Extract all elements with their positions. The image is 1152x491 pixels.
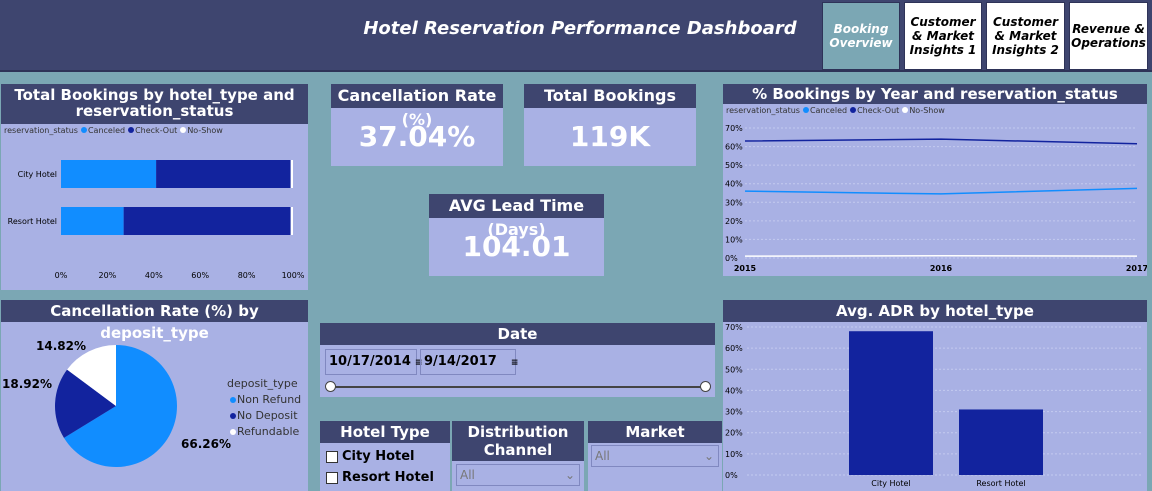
category-label: City Hotel: [18, 170, 57, 179]
market-title: Market Segment: [588, 421, 722, 463]
hotel-type-option-resort[interactable]: Resort Hotel: [326, 467, 444, 488]
x-tick-label: 2015: [734, 264, 757, 273]
calendar-icon: ≡: [510, 358, 519, 368]
x-tick-label: 0%: [55, 271, 68, 280]
chevron-down-icon: ⌄: [703, 449, 714, 463]
y-tick-label: 20%: [725, 217, 743, 226]
bookings-by-type-legend: reservation_status Canceled Check-Out No-Sh…: [4, 126, 223, 135]
bar-segment: [123, 207, 291, 235]
nav-customer-insights-1[interactable]: Customer & Market Insights 1: [904, 2, 982, 70]
y-tick-label: 40%: [725, 180, 743, 189]
date-end-input[interactable]: 9/14/2017 ≡: [420, 349, 519, 375]
y-tick-label: 0%: [725, 471, 738, 480]
date-range-track: [330, 386, 706, 388]
y-tick-label: 50%: [725, 161, 743, 170]
y-tick-label: 70%: [725, 124, 743, 133]
dashboard-title: Hotel Reservation Performance Dashboard: [363, 18, 797, 39]
pie-data-label: 14.82%: [36, 339, 86, 353]
y-tick-label: 10%: [725, 235, 743, 244]
pct-by-year-legend: reservation_status Canceled Check-Out No-Sh…: [726, 106, 945, 115]
avg-lead-time-value: 104.01: [462, 230, 571, 263]
bar-segment: [61, 160, 157, 188]
checkbox[interactable]: [326, 471, 338, 484]
date-range-start-handle[interactable]: [325, 381, 336, 392]
x-tick-label: 2017: [1126, 264, 1147, 273]
category-label: Resort Hotel: [8, 217, 57, 226]
date-slicer-title: Date: [320, 323, 715, 345]
x-tick-label: 60%: [191, 271, 209, 280]
adr-chart: 70% 60% 50% 40% 30% 20% 10% 0% City Hotel Resort …: [725, 323, 1143, 488]
date-start-input[interactable]: 10/17/2014 ≡: [325, 349, 422, 375]
avg-lead-time-title: AVG Lead Time (Days): [429, 194, 604, 239]
cancellation-rate-value: 37.04%: [358, 120, 476, 153]
distribution-slicer: Distribution Channel All ⌄: [452, 421, 584, 491]
x-tick-label: 40%: [145, 271, 163, 280]
hotel-type-option-city[interactable]: City Hotel: [326, 446, 444, 467]
bar-segment: [156, 160, 291, 188]
chevron-down-icon: ⌄: [564, 468, 575, 482]
y-tick-label: 20%: [725, 429, 743, 438]
y-tick-label: 70%: [725, 323, 743, 332]
pct-by-year-title: % Bookings by Year and reservation_statu…: [723, 84, 1147, 104]
market-dropdown[interactable]: All ⌄: [591, 445, 719, 467]
pie-data-label: 18.92%: [2, 377, 52, 391]
date-range-end-handle[interactable]: [700, 381, 711, 392]
total-bookings-value: 119K: [569, 120, 651, 153]
x-tick-label: 2016: [930, 264, 953, 273]
date-slicer: Date 10/17/2014 ≡ 9/14/2017 ≡: [320, 323, 715, 397]
deposit-pie-legend: deposit_type Non Refund No Deposit Refun…: [227, 377, 302, 438]
y-tick-label: 40%: [725, 386, 743, 395]
bar-segment: [61, 207, 124, 235]
deposit-pie-panel: Cancellation Rate (%) by deposit_type 14…: [1, 300, 308, 491]
y-tick-label: 0%: [725, 254, 738, 263]
x-tick-label: City Hotel: [871, 479, 910, 488]
total-bookings-card: Total Bookings 119K: [524, 84, 696, 166]
market-slicer: Market Segment All⌄: [588, 421, 722, 491]
x-tick-label: Resort Hotel: [976, 479, 1025, 488]
bar-segment: [290, 160, 293, 188]
cancellation-rate-card: Cancellation Rate (%) 37.04%: [331, 84, 503, 166]
deposit-pie-title: Cancellation Rate (%) by deposit_type: [1, 300, 308, 342]
hotel-type-title: Hotel Type: [320, 421, 450, 443]
y-tick-label: 50%: [725, 365, 743, 374]
bar-segment: [290, 207, 293, 235]
nav-booking-overview[interactable]: Booking Overview: [822, 2, 900, 70]
y-tick-label: 30%: [725, 198, 743, 207]
bookings-by-type-chart: City Hotel Resort Hotel 0% 20% 40% 60% 80% 100%: [8, 160, 305, 280]
y-tick-label: 30%: [725, 408, 743, 417]
adr-panel: Avg. ADR by hotel_type 70% 60% 50% 40% 30% 20…: [723, 300, 1147, 491]
checkbox[interactable]: [326, 450, 338, 463]
x-tick-label: 100%: [282, 271, 305, 280]
adr-bar: [849, 331, 933, 475]
pct-by-year-panel: % Bookings by Year and reservation_statu…: [723, 84, 1147, 276]
x-tick-label: 20%: [99, 271, 117, 280]
nav-revenue-operations[interactable]: Revenue & Operations: [1069, 2, 1148, 70]
nav-customer-insights-2[interactable]: Customer & Market Insights 2: [986, 2, 1065, 70]
y-tick-label: 60%: [725, 344, 743, 353]
adr-title: Avg. ADR by hotel_type: [723, 300, 1147, 322]
y-tick-label: 10%: [725, 450, 743, 459]
distribution-title: Distribution Channel: [452, 421, 584, 461]
distribution-dropdown[interactable]: All ⌄: [456, 464, 580, 486]
adr-bar: [959, 409, 1043, 475]
pct-by-year-chart: 70% 60% 50% 40% 30% 20% 10% 0%2015 2016 2017: [725, 124, 1147, 273]
x-tick-label: 80%: [238, 271, 256, 280]
hotel-type-slicer: Hotel Type City Hotel Resort Hotel: [320, 421, 450, 491]
avg-lead-time-card: AVG Lead Time (Days) 104.01: [429, 194, 604, 276]
bookings-by-type-panel: Total Bookings by hotel_type and reserva…: [1, 84, 308, 290]
y-tick-label: 60%: [725, 143, 743, 152]
cancellation-rate-title: Cancellation Rate (%): [331, 84, 503, 129]
bookings-by-type-title: Total Bookings by hotel_type and reserva…: [1, 84, 308, 124]
series-line-check-out: [744, 138, 1138, 145]
series-line-canceled: [744, 187, 1138, 195]
pie-data-label: 66.26%: [181, 437, 231, 451]
total-bookings-title: Total Bookings: [524, 84, 696, 108]
